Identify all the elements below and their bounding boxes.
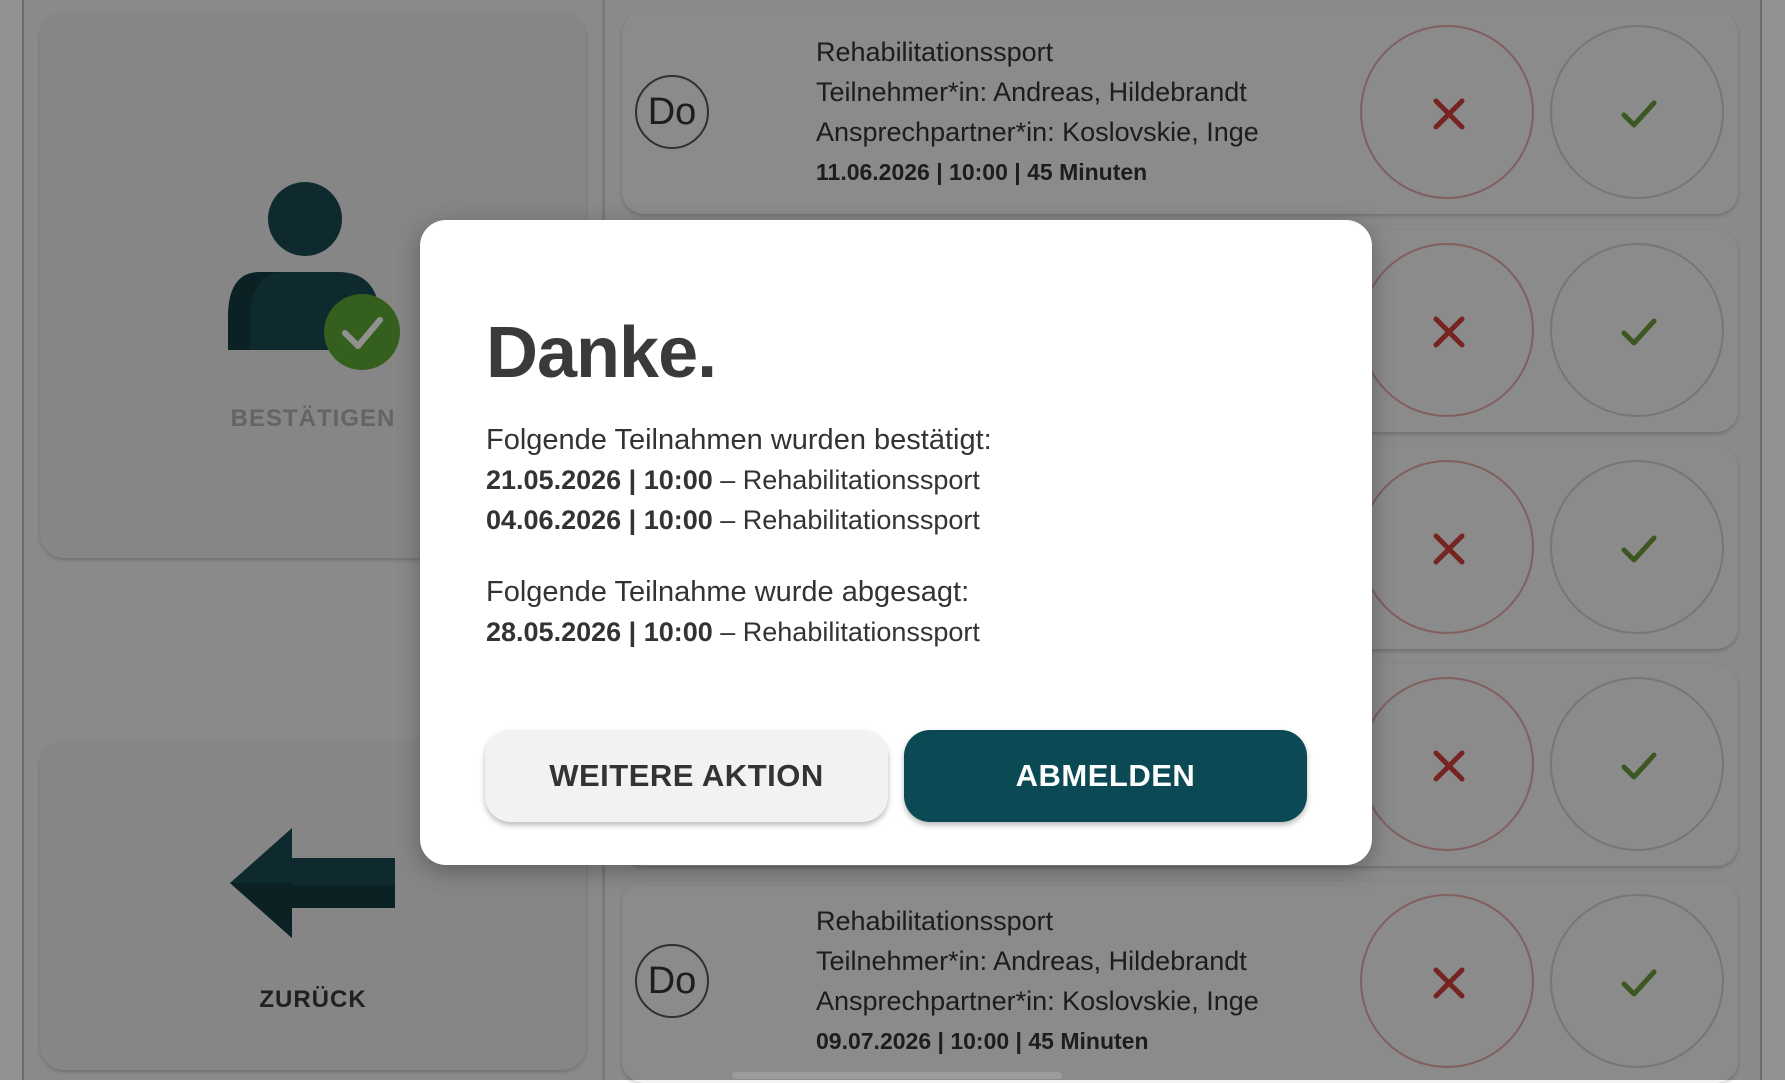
confirmed-entry: 21.05.2026 | 10:00 – Rehabilitationsspor… [486, 460, 992, 500]
confirmed-heading: Folgende Teilnahmen wurden bestätigt: [486, 424, 992, 456]
confirmation-dialog: Danke. Folgende Teilnahmen wurden bestät… [420, 220, 1372, 865]
dialog-title: Danke. [486, 313, 717, 393]
entry-datetime: 21.05.2026 | 10:00 [486, 465, 713, 495]
cancelled-heading: Folgende Teilnahme wurde abgesagt: [486, 576, 970, 608]
scrollbar-thumb[interactable] [732, 1072, 1062, 1079]
entry-separator: – [712, 465, 743, 495]
entry-course: Rehabilitationssport [742, 505, 980, 535]
entry-datetime: 28.05.2026 | 10:00 [486, 617, 713, 647]
entry-course: Rehabilitationssport [742, 465, 980, 495]
confirmed-section: Folgende Teilnahmen wurden bestätigt: 21… [486, 420, 992, 540]
entry-separator: – [712, 505, 743, 535]
logout-button[interactable]: ABMELDEN [904, 730, 1307, 822]
cancelled-section: Folgende Teilnahme wurde abgesagt: 28.05… [486, 572, 980, 652]
confirmed-entry: 04.06.2026 | 10:00 – Rehabilitationsspor… [486, 500, 992, 540]
further-action-button[interactable]: WEITERE AKTION [485, 730, 888, 822]
cancelled-entry: 28.05.2026 | 10:00 – Rehabilitationsspor… [486, 612, 980, 652]
entry-separator: – [712, 617, 743, 647]
entry-datetime: 04.06.2026 | 10:00 [486, 505, 713, 535]
entry-course: Rehabilitationssport [742, 617, 980, 647]
